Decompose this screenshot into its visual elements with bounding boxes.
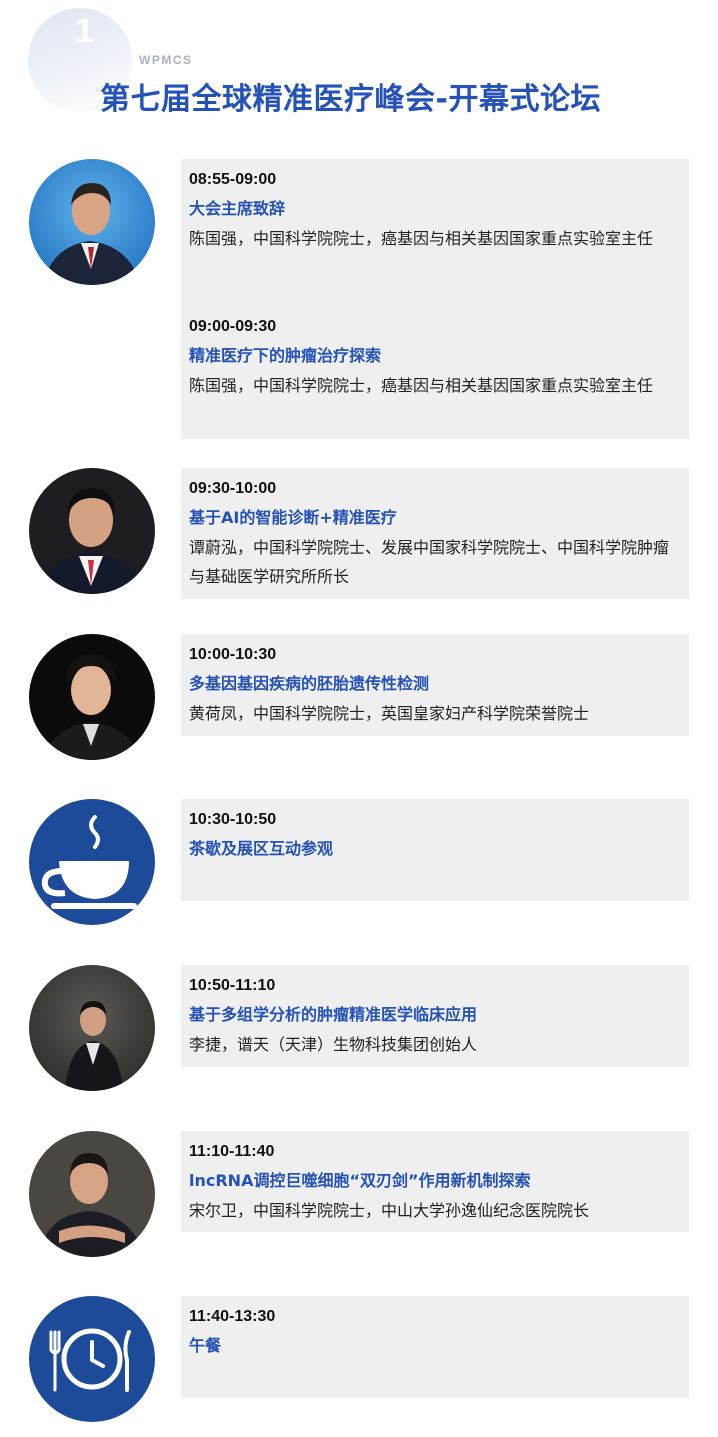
session-card: 11:40-13:30 午餐 [181, 1296, 689, 1398]
session-topic: 茶歇及展区互动参观 [189, 839, 334, 858]
session-topic: 基于多组学分析的肿瘤精准医学临床应用 [189, 1005, 478, 1024]
session-time: 11:10-11:40 [189, 1143, 275, 1160]
session-time: 10:00-10:30 [189, 646, 277, 663]
session-topic: 精准医疗下的肿瘤治疗探索 [189, 346, 382, 365]
page-title: 第七届全球精准医疗峰会-开幕式论坛 [100, 82, 601, 117]
session-card: 11:10-11:40 lncRNA调控巨噬细胞“双刃剑”作用新机制探索 宋尔卫… [181, 1131, 689, 1232]
event-tag: WPMCS [139, 53, 193, 67]
session-time: 09:30-10:00 [189, 480, 277, 497]
session-card: 09:30-10:00 基于AI的智能诊断+精准医疗 谭蔚泓，中国科学院院士、发… [181, 468, 689, 599]
session-speaker: 陈国强，中国科学院院士，癌基因与相关基因国家重点实验室主任 [189, 229, 654, 248]
agenda-item: 10:30-10:50 茶歇及展区互动参观 [189, 810, 683, 860]
section-number: 1 [75, 12, 94, 50]
session-time: 09:00-09:30 [189, 318, 277, 335]
session-topic: 午餐 [189, 1336, 222, 1355]
session-card: 10:50-11:10 基于多组学分析的肿瘤精准医学临床应用 李捷，谱天（天津）… [181, 965, 689, 1067]
session-speaker: 黄荷凤，中国科学院院士，英国皇家妇产科学院荣誉院士 [189, 704, 590, 723]
session-time: 08:55-09:00 [189, 171, 277, 188]
speaker-avatar [29, 634, 155, 760]
session-card: 10:30-10:50 茶歇及展区互动参观 [181, 799, 689, 901]
agenda-item: 10:50-11:10 基于多组学分析的肿瘤精准医学临床应用 李捷，谱天（天津）… [189, 976, 683, 1059]
session-topic: 多基因基因疾病的胚胎遗传性检测 [189, 674, 430, 693]
session-speaker: 谭蔚泓，中国科学院院士、发展中国家科学院院士、中国科学院肿瘤与基础医学研究所所长 [189, 538, 670, 586]
session-card: 08:55-09:00 大会主席致辞 陈国强，中国科学院院士，癌基因与相关基因国… [181, 159, 689, 439]
session-card: 10:00-10:30 多基因基因疾病的胚胎遗传性检测 黄荷凤，中国科学院院士，… [181, 634, 689, 736]
agenda-item: 10:00-10:30 多基因基因疾病的胚胎遗传性检测 黄荷凤，中国科学院院士，… [189, 645, 683, 728]
session-time: 10:50-11:10 [189, 977, 276, 994]
session-speaker: 陈国强，中国科学院院士，癌基因与相关基因国家重点实验室主任 [189, 376, 654, 395]
agenda-item: 09:00-09:30 精准医疗下的肿瘤治疗探索 陈国强，中国科学院院士，癌基因… [189, 317, 683, 400]
session-speaker: 宋尔卫，中国科学院院士，中山大学孙逸仙纪念医院院长 [189, 1201, 590, 1220]
session-topic: 大会主席致辞 [189, 199, 286, 218]
speaker-avatar [29, 159, 155, 285]
session-topic: lncRNA调控巨噬细胞“双刃剑”作用新机制探索 [189, 1171, 531, 1190]
lunch-clock-icon [29, 1296, 155, 1422]
speaker-avatar [29, 468, 155, 594]
session-speaker: 李捷，谱天（天津）生物科技集团创始人 [189, 1035, 478, 1054]
agenda-item: 11:10-11:40 lncRNA调控巨噬细胞“双刃剑”作用新机制探索 宋尔卫… [189, 1142, 683, 1225]
session-time: 11:40-13:30 [189, 1308, 276, 1325]
session-time: 10:30-10:50 [189, 811, 277, 828]
session-topic: 基于AI的智能诊断+精准医疗 [189, 508, 397, 527]
agenda-item: 09:30-10:00 基于AI的智能诊断+精准医疗 谭蔚泓，中国科学院院士、发… [189, 479, 683, 591]
agenda-item: 11:40-13:30 午餐 [189, 1307, 683, 1357]
speaker-avatar [29, 965, 155, 1091]
speaker-avatar [29, 1131, 155, 1257]
agenda-item: 08:55-09:00 大会主席致辞 陈国强，中国科学院院士，癌基因与相关基因国… [189, 170, 683, 253]
coffee-cup-icon [29, 799, 155, 925]
